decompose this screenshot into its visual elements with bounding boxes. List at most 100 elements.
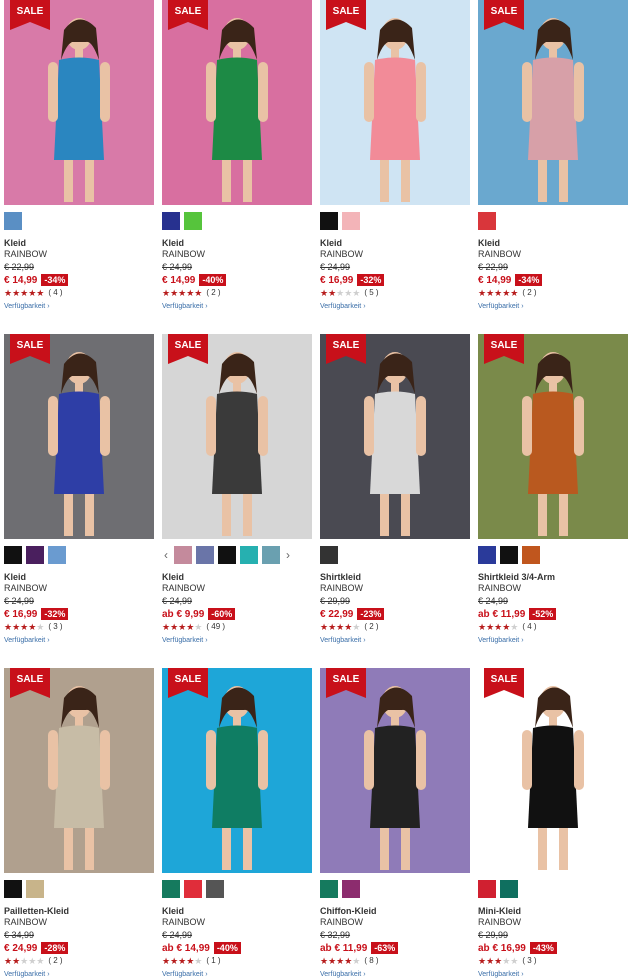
availability-link[interactable]: Verfügbarkeit › [162,637,312,644]
review-count[interactable]: ( 4 ) [48,287,62,299]
swatch-next-icon[interactable]: › [284,548,292,562]
review-count[interactable]: ( 3 ) [48,621,62,633]
color-swatch[interactable] [4,546,22,564]
old-price: € 24,99 [320,262,351,272]
model-photo [48,18,110,202]
product-image[interactable]: SALE [478,334,628,539]
color-swatch[interactable] [196,546,214,564]
review-count[interactable]: ( 8 ) [364,955,378,967]
star-rating-icon: ★★★★★ [162,956,203,966]
color-swatches [478,211,628,231]
price-row: € 16,99 -32% [4,607,154,621]
product-card[interactable]: SALE Kleid RAINBOW € 24,99 € 14,99 -40% ★★★★★(… [162,0,312,310]
swatch-prev-icon[interactable]: ‹ [162,548,170,562]
product-brand: RAINBOW [4,583,48,593]
color-swatch[interactable] [184,880,202,898]
product-name[interactable]: Kleid [162,238,312,249]
review-count[interactable]: ( 2 ) [48,955,62,967]
color-swatch[interactable] [320,546,338,564]
price-row: € 14,99 -40% [162,273,312,287]
availability-link[interactable]: Verfügbarkeit › [4,637,154,644]
color-swatch[interactable] [206,880,224,898]
product-card[interactable]: SALE Shirtkleid RAINBOW € 29,99 € 22,99 -23% ★… [320,334,470,644]
rating: ★★★★★( 3 ) [4,621,154,633]
product-card[interactable]: SALE Kleid RAINBOW € 22,99 € 14,99 -34% ★★★★★(… [478,0,628,310]
availability-link[interactable]: Verfügbarkeit › [162,971,312,978]
review-count[interactable]: ( 2 ) [364,621,378,633]
review-count[interactable]: ( 2 ) [206,287,220,299]
color-swatch[interactable] [174,546,192,564]
review-count[interactable]: ( 4 ) [522,621,536,633]
color-swatch[interactable] [262,546,280,564]
review-count[interactable]: ( 3 ) [522,955,536,967]
color-swatch[interactable] [500,546,518,564]
review-count[interactable]: ( 1 ) [206,955,220,967]
product-name[interactable]: Kleid [162,572,312,583]
color-swatch[interactable] [342,880,360,898]
color-swatch[interactable] [184,212,202,230]
availability-link[interactable]: Verfügbarkeit › [320,637,470,644]
color-swatch[interactable] [478,546,496,564]
product-card[interactable]: SALE ‹ › Kleid RAINBOW € 24,99 ab € 9,99 -60% ★★… [162,334,312,644]
product-image[interactable]: SALE [320,0,470,205]
product-name[interactable]: Shirtkleid 3/4-Arm [478,572,628,583]
color-swatch[interactable] [478,880,496,898]
product-image[interactable]: SALE [320,668,470,873]
color-swatch[interactable] [26,546,44,564]
color-swatch[interactable] [342,212,360,230]
product-image[interactable]: SALE [162,0,312,205]
color-swatches [4,879,154,899]
product-image[interactable]: SALE [4,668,154,873]
availability-link[interactable]: Verfügbarkeit › [4,971,154,978]
color-swatch[interactable] [26,880,44,898]
product-image[interactable]: SALE [162,334,312,539]
product-name[interactable]: Kleid [478,238,628,249]
product-image[interactable]: SALE [478,668,628,873]
product-card[interactable]: SALE Kleid RAINBOW € 24,99 € 16,99 -32% ★★★★★(… [320,0,470,310]
price-row: € 24,99 -28% [4,941,154,955]
availability-link[interactable]: Verfügbarkeit › [478,971,628,978]
review-count[interactable]: ( 5 ) [364,287,378,299]
color-swatch[interactable] [162,212,180,230]
color-swatch[interactable] [320,880,338,898]
availability-link[interactable]: Verfügbarkeit › [320,303,470,310]
product-image[interactable]: SALE [4,334,154,539]
product-name[interactable]: Shirtkleid [320,572,470,583]
model-photo [48,686,110,870]
product-card[interactable]: SALE Kleid RAINBOW € 24,99 € 16,99 -32% ★★★★★(… [4,334,154,644]
color-swatch[interactable] [240,546,258,564]
availability-link[interactable]: Verfügbarkeit › [320,971,470,978]
product-card[interactable]: SALE Chiffon-Kleid RAINBOW € 32,99 ab € 11,9… [320,668,470,978]
product-image[interactable]: SALE [478,0,628,205]
review-count[interactable]: ( 49 ) [206,621,225,633]
product-image[interactable]: SALE [320,334,470,539]
availability-link[interactable]: Verfügbarkeit › [4,303,154,310]
color-swatch[interactable] [522,546,540,564]
color-swatch[interactable] [478,212,496,230]
color-swatch[interactable] [320,212,338,230]
product-image[interactable]: SALE [4,0,154,205]
product-name[interactable]: Chiffon-Kleid [320,906,470,917]
color-swatch[interactable] [4,880,22,898]
availability-link[interactable]: Verfügbarkeit › [478,637,628,644]
review-count[interactable]: ( 2 ) [522,287,536,299]
product-name[interactable]: Kleid [162,906,312,917]
product-name[interactable]: Mini-Kleid [478,906,628,917]
product-card[interactable]: SALE Shirtkleid 3/4-Arm RAINBOW € 24,99 ab €… [478,334,628,644]
availability-link[interactable]: Verfügbarkeit › [162,303,312,310]
color-swatch[interactable] [48,546,66,564]
product-image[interactable]: SALE [162,668,312,873]
product-card[interactable]: SALE Kleid RAINBOW € 24,99 ab € 14,99 -40% ★★★… [162,668,312,978]
product-name[interactable]: Kleid [4,572,154,583]
product-card[interactable]: SALE Kleid RAINBOW € 22,99 € 14,99 -34% ★★★★★(… [4,0,154,310]
color-swatch[interactable] [218,546,236,564]
product-card[interactable]: SALE Mini-Kleid RAINBOW € 29,99 ab € 16,99 -4… [478,668,628,978]
product-name[interactable]: Kleid [320,238,470,249]
color-swatch[interactable] [500,880,518,898]
color-swatch[interactable] [4,212,22,230]
availability-link[interactable]: Verfügbarkeit › [478,303,628,310]
product-card[interactable]: SALE Pailletten-Kleid RAINBOW € 34,99 € 24,9… [4,668,154,978]
product-name[interactable]: Kleid [4,238,154,249]
product-name[interactable]: Pailletten-Kleid [4,906,154,917]
color-swatch[interactable] [162,880,180,898]
